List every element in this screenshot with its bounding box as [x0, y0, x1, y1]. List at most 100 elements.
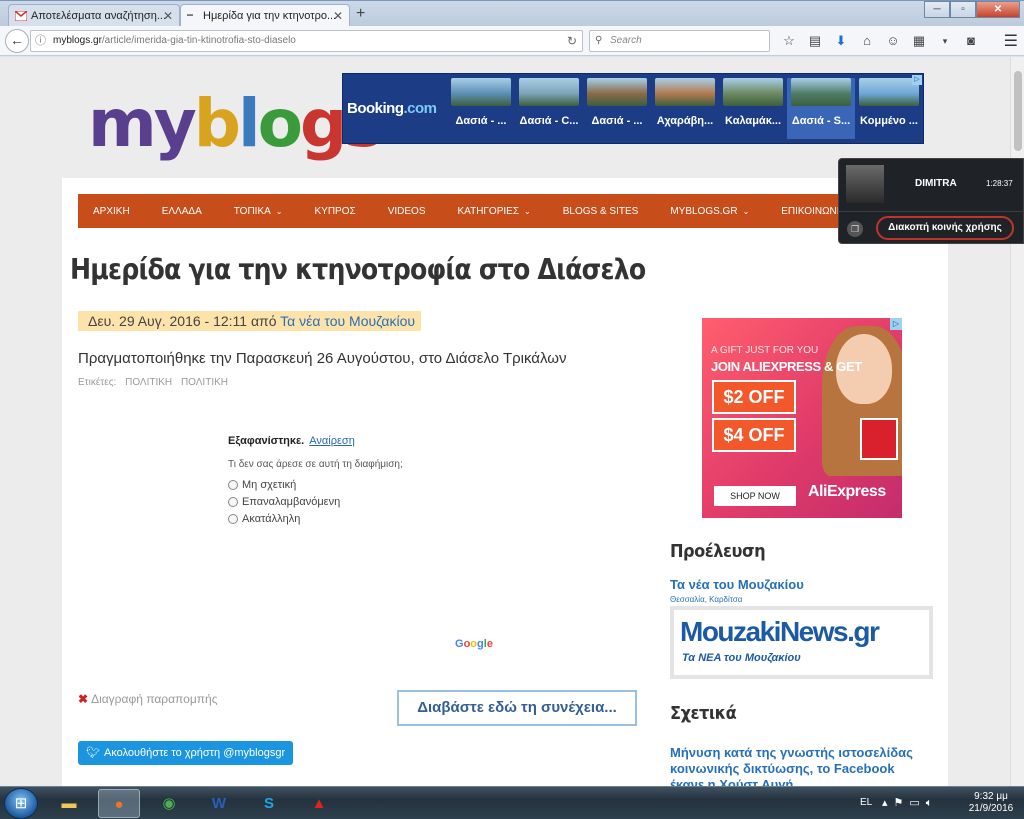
shop-now-button[interactable]: SHOP NOW: [714, 486, 796, 506]
close-window-button[interactable]: ✕: [976, 1, 1020, 18]
related-heading: Σχετικά: [670, 703, 737, 724]
tab-gmail-search[interactable]: Αποτελέσματα αναζήτηση... ✕: [8, 4, 180, 27]
booking-ad-banner[interactable]: Booking.com Δασιά - ... Δασιά - C... Δασιά…: [342, 73, 924, 144]
downloads-icon[interactable]: ⬇: [828, 32, 854, 50]
twitter-follow-button[interactable]: 🐦︎ Ακολουθήστε το χρήστη @myblogsgr: [78, 741, 294, 765]
firefox-icon[interactable]: ●: [98, 789, 140, 818]
clock-time: 9:32 μμ: [974, 791, 1008, 802]
nav-item-2[interactable]: ΤΟΠΙΚΑ ⌄: [234, 206, 283, 217]
ad-feedback-option[interactable]: Ακατάλληλη: [228, 513, 518, 525]
article-source-link[interactable]: Τα νέα του Μουζακίου: [280, 313, 415, 329]
myblogs-logo[interactable]: myblogs: [88, 85, 384, 162]
booking-brand: Booking.com: [347, 100, 437, 117]
nav-item-0[interactable]: ΑΡΧΙΚΗ: [93, 206, 130, 217]
popout-icon[interactable]: ❐: [847, 221, 863, 237]
reading-list-icon[interactable]: ▤: [802, 32, 828, 50]
radio-button[interactable]: [228, 497, 238, 507]
nav-item-label: BLOGS & SITES: [562, 205, 639, 217]
close-icon: ✖: [78, 692, 89, 706]
tab-article[interactable]: ▬ Ημερίδα για την κτηνοτρο... ✕: [180, 4, 350, 27]
nav-item-8[interactable]: ΕΠΙΚΟΙΝΩΝΙΑ: [781, 206, 846, 217]
remove-reference-link[interactable]: ✖ Διαγραφή παραπομπής: [78, 692, 217, 706]
adchoices-icon[interactable]: ▷: [890, 318, 902, 330]
nav-item-5[interactable]: ΚΑΤΗΓΟΡΙΕΣ ⌄: [458, 206, 531, 217]
browser-toolbar: ← ⓘ myblogs.gr/article/imerida-gia-tin-k…: [0, 26, 1024, 56]
tag-link[interactable]: ΠΟΛΙΤΙΚΗ: [181, 377, 228, 388]
close-tab-icon[interactable]: ✕: [333, 9, 343, 23]
back-button[interactable]: ←: [5, 29, 29, 53]
minimize-button[interactable]: ─: [924, 1, 950, 18]
nav-item-1[interactable]: ΕΛΛΑΔΑ: [162, 206, 202, 217]
nav-item-label: ΚΑΤΗΓΟΡΙΕΣ: [457, 205, 520, 217]
pocket-icon[interactable]: ◙: [958, 32, 984, 50]
acrobat-icon[interactable]: ▲: [298, 789, 340, 818]
hotel-name: Δασιά - C...: [519, 115, 579, 127]
radio-button[interactable]: [228, 480, 238, 490]
ad-line-2: JOIN ALIEXPRESS & GET: [711, 359, 862, 374]
gift-box-icon: [860, 418, 898, 460]
new-tab-button[interactable]: +: [356, 5, 365, 23]
booking-brand-tld: .com: [403, 100, 438, 117]
start-button[interactable]: ⊞: [4, 788, 38, 819]
chat-icon[interactable]: ☺: [880, 32, 906, 50]
ad-dismissed-text: Εξαφανίστηκε.: [228, 435, 305, 447]
google-letter: e: [486, 638, 493, 650]
ad-feedback-option[interactable]: Μη σχετική: [228, 479, 518, 491]
ad-line-1: A GIFT JUST FOR YOU: [711, 345, 819, 356]
tag-link[interactable]: ΠΟΛΙΤΙΚΗ: [125, 377, 172, 388]
booking-hotel-tile[interactable]: Αχαράβη...: [651, 78, 719, 139]
nav-item-label: ΕΛΛΑΔΑ: [161, 205, 202, 217]
chevron-down-icon[interactable]: ▾: [932, 32, 958, 50]
nav-item-4[interactable]: VIDEOS: [388, 206, 426, 217]
aliexpress-ad[interactable]: A GIFT JUST FOR YOU JOIN ALIEXPRESS & GE…: [702, 318, 902, 518]
booking-hotel-tile[interactable]: Δασιά - S...: [787, 78, 855, 139]
radio-button[interactable]: [228, 514, 238, 524]
info-icon[interactable]: ⓘ: [35, 31, 46, 51]
language-indicator[interactable]: EL: [860, 797, 872, 808]
aliexpress-brand: AliExpress: [808, 483, 886, 500]
url-text: myblogs.gr/article/imerida-gia-tin-ktino…: [53, 31, 296, 51]
url-path: /article/imerida-gia-tin-ktinotrofia-sto…: [101, 35, 296, 46]
undo-link[interactable]: Αναίρεση: [309, 435, 355, 447]
source-logo[interactable]: MouzakiNews.gr Τα ΝΕΑ του Μουζακίου: [670, 606, 933, 679]
hamburger-menu-icon[interactable]: ☰: [1004, 31, 1018, 51]
nav-item-6[interactable]: BLOGS & SITES: [563, 206, 639, 217]
ad-feedback-option[interactable]: Επαναλαμβανόμενη: [228, 496, 518, 508]
ad-feedback-options: Μη σχετική Επαναλαμβανόμενη Ακατάλληλη: [228, 479, 518, 525]
hotel-thumbnail: [791, 78, 851, 106]
address-bar[interactable]: ⓘ myblogs.gr/article/imerida-gia-tin-kti…: [30, 30, 583, 52]
word-icon[interactable]: W: [198, 789, 240, 818]
clock[interactable]: 9:32 μμ 21/9/2016: [964, 791, 1018, 815]
read-more-button[interactable]: Διαβάστε εδώ τη συνέχεια...: [397, 690, 637, 726]
reload-icon[interactable]: ↻: [567, 31, 577, 51]
booking-hotel-tile[interactable]: Δασιά - C...: [515, 78, 583, 139]
related-article-link[interactable]: Μήνυση κατά της γνωστής ιστοσελίδας κοιν…: [670, 745, 930, 786]
nav-item-7[interactable]: MYBLOGS.GR ⌄: [670, 206, 749, 217]
option-label: Μη σχετική: [242, 479, 297, 491]
chrome-icon[interactable]: ◉: [148, 789, 190, 818]
close-tab-icon[interactable]: ✕: [163, 9, 173, 23]
scrollbar-thumb[interactable]: [1014, 71, 1022, 151]
hotel-thumbnail: [655, 78, 715, 106]
booking-hotel-tile[interactable]: Κομμένο ...: [855, 78, 923, 139]
home-icon[interactable]: ⌂: [854, 32, 880, 50]
search-input[interactable]: ⚲ Search: [589, 30, 770, 52]
adchoices-icon[interactable]: ▷: [912, 75, 922, 85]
explorer-icon[interactable]: ▬: [48, 789, 90, 818]
nav-item-3[interactable]: ΚΥΠΡΟΣ: [315, 206, 356, 217]
booking-hotel-tile[interactable]: Δασιά - ...: [447, 78, 515, 139]
bookmark-star-icon[interactable]: ☆: [776, 32, 802, 50]
maximize-button[interactable]: ▫: [950, 1, 976, 18]
skype-icon[interactable]: S: [248, 789, 290, 818]
booking-hotel-tile[interactable]: Δασιά - ...: [583, 78, 651, 139]
booking-hotel-tile[interactable]: Καλαμάκ...: [719, 78, 787, 139]
logo-part: b: [193, 85, 241, 162]
stop-sharing-button[interactable]: Διακοπή κοινής χρήσης: [876, 216, 1014, 240]
extension-icon[interactable]: ▦: [906, 32, 932, 50]
tray-icons[interactable]: ▴⚑▭🔈︎: [882, 796, 938, 810]
hotel-thumbnail: [859, 78, 919, 106]
source-name-link[interactable]: Τα νέα του Μουζακίου: [670, 577, 804, 592]
source-logo-sub: Τα ΝΕΑ του Μουζακίου: [682, 652, 801, 664]
browser-tab-strip: Αποτελέσματα αναζήτηση... ✕ ▬ Ημερίδα γι…: [0, 0, 1024, 27]
coupon-2: $4 OFF: [712, 418, 796, 452]
